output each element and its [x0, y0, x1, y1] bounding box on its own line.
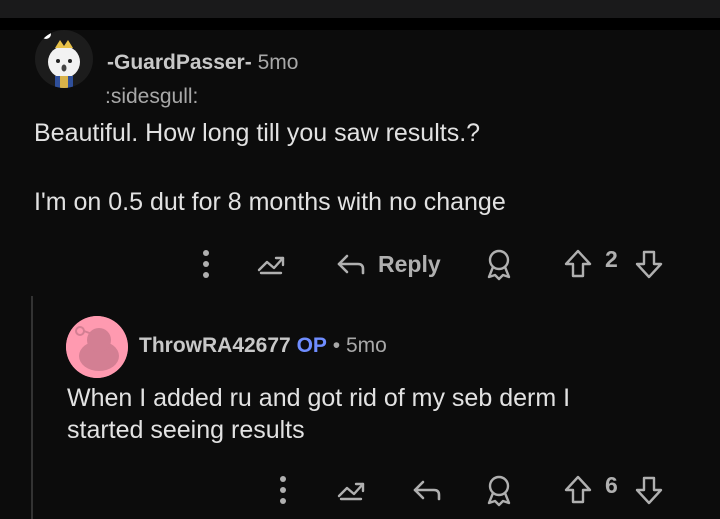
vote-count: 6: [605, 472, 618, 498]
comment-age: 5mo: [257, 51, 299, 74]
op-badge: OP: [296, 334, 327, 357]
downvote-icon[interactable]: [634, 246, 664, 282]
reply-button[interactable]: Reply: [334, 246, 441, 282]
comment-meta: -GuardPasser- 5mo: [107, 51, 298, 75]
upvote-icon[interactable]: [563, 246, 593, 282]
share-icon[interactable]: [334, 472, 368, 508]
reply-label: Reply: [378, 250, 441, 277]
comment-body-line-2: started seeing results: [67, 416, 305, 444]
author-name[interactable]: -GuardPasser-: [107, 51, 252, 74]
reply-icon: [337, 254, 365, 275]
comment-actions: Reply 2: [0, 246, 720, 286]
downvote-icon[interactable]: [634, 472, 664, 508]
comment-meta: ThrowRA42677 OP • 5mo: [139, 334, 387, 358]
share-icon[interactable]: [254, 246, 288, 282]
avatar[interactable]: [35, 30, 93, 88]
upvote-icon[interactable]: [563, 472, 593, 508]
award-icon[interactable]: [484, 246, 514, 282]
top-bar: [0, 0, 720, 30]
comment-body-line-2: I'm on 0.5 dut for 8 months with no chan…: [34, 188, 506, 216]
comment-body-line-1: Beautiful. How long till you saw results…: [34, 119, 481, 147]
vote-count: 2: [605, 246, 618, 272]
author-name[interactable]: ThrowRA42677: [139, 334, 291, 357]
avatar[interactable]: [66, 316, 128, 378]
separator-dot: •: [332, 334, 341, 357]
comment-age: 5mo: [345, 334, 387, 357]
more-icon[interactable]: [274, 472, 292, 508]
award-icon[interactable]: [484, 472, 514, 508]
reply-icon[interactable]: [410, 472, 442, 508]
more-icon[interactable]: [197, 246, 215, 282]
comment-actions: 6: [0, 472, 720, 512]
comment-body-line-1: When I added ru and got rid of my seb de…: [67, 384, 571, 412]
user-flair: :sidesgull:: [105, 85, 199, 108]
